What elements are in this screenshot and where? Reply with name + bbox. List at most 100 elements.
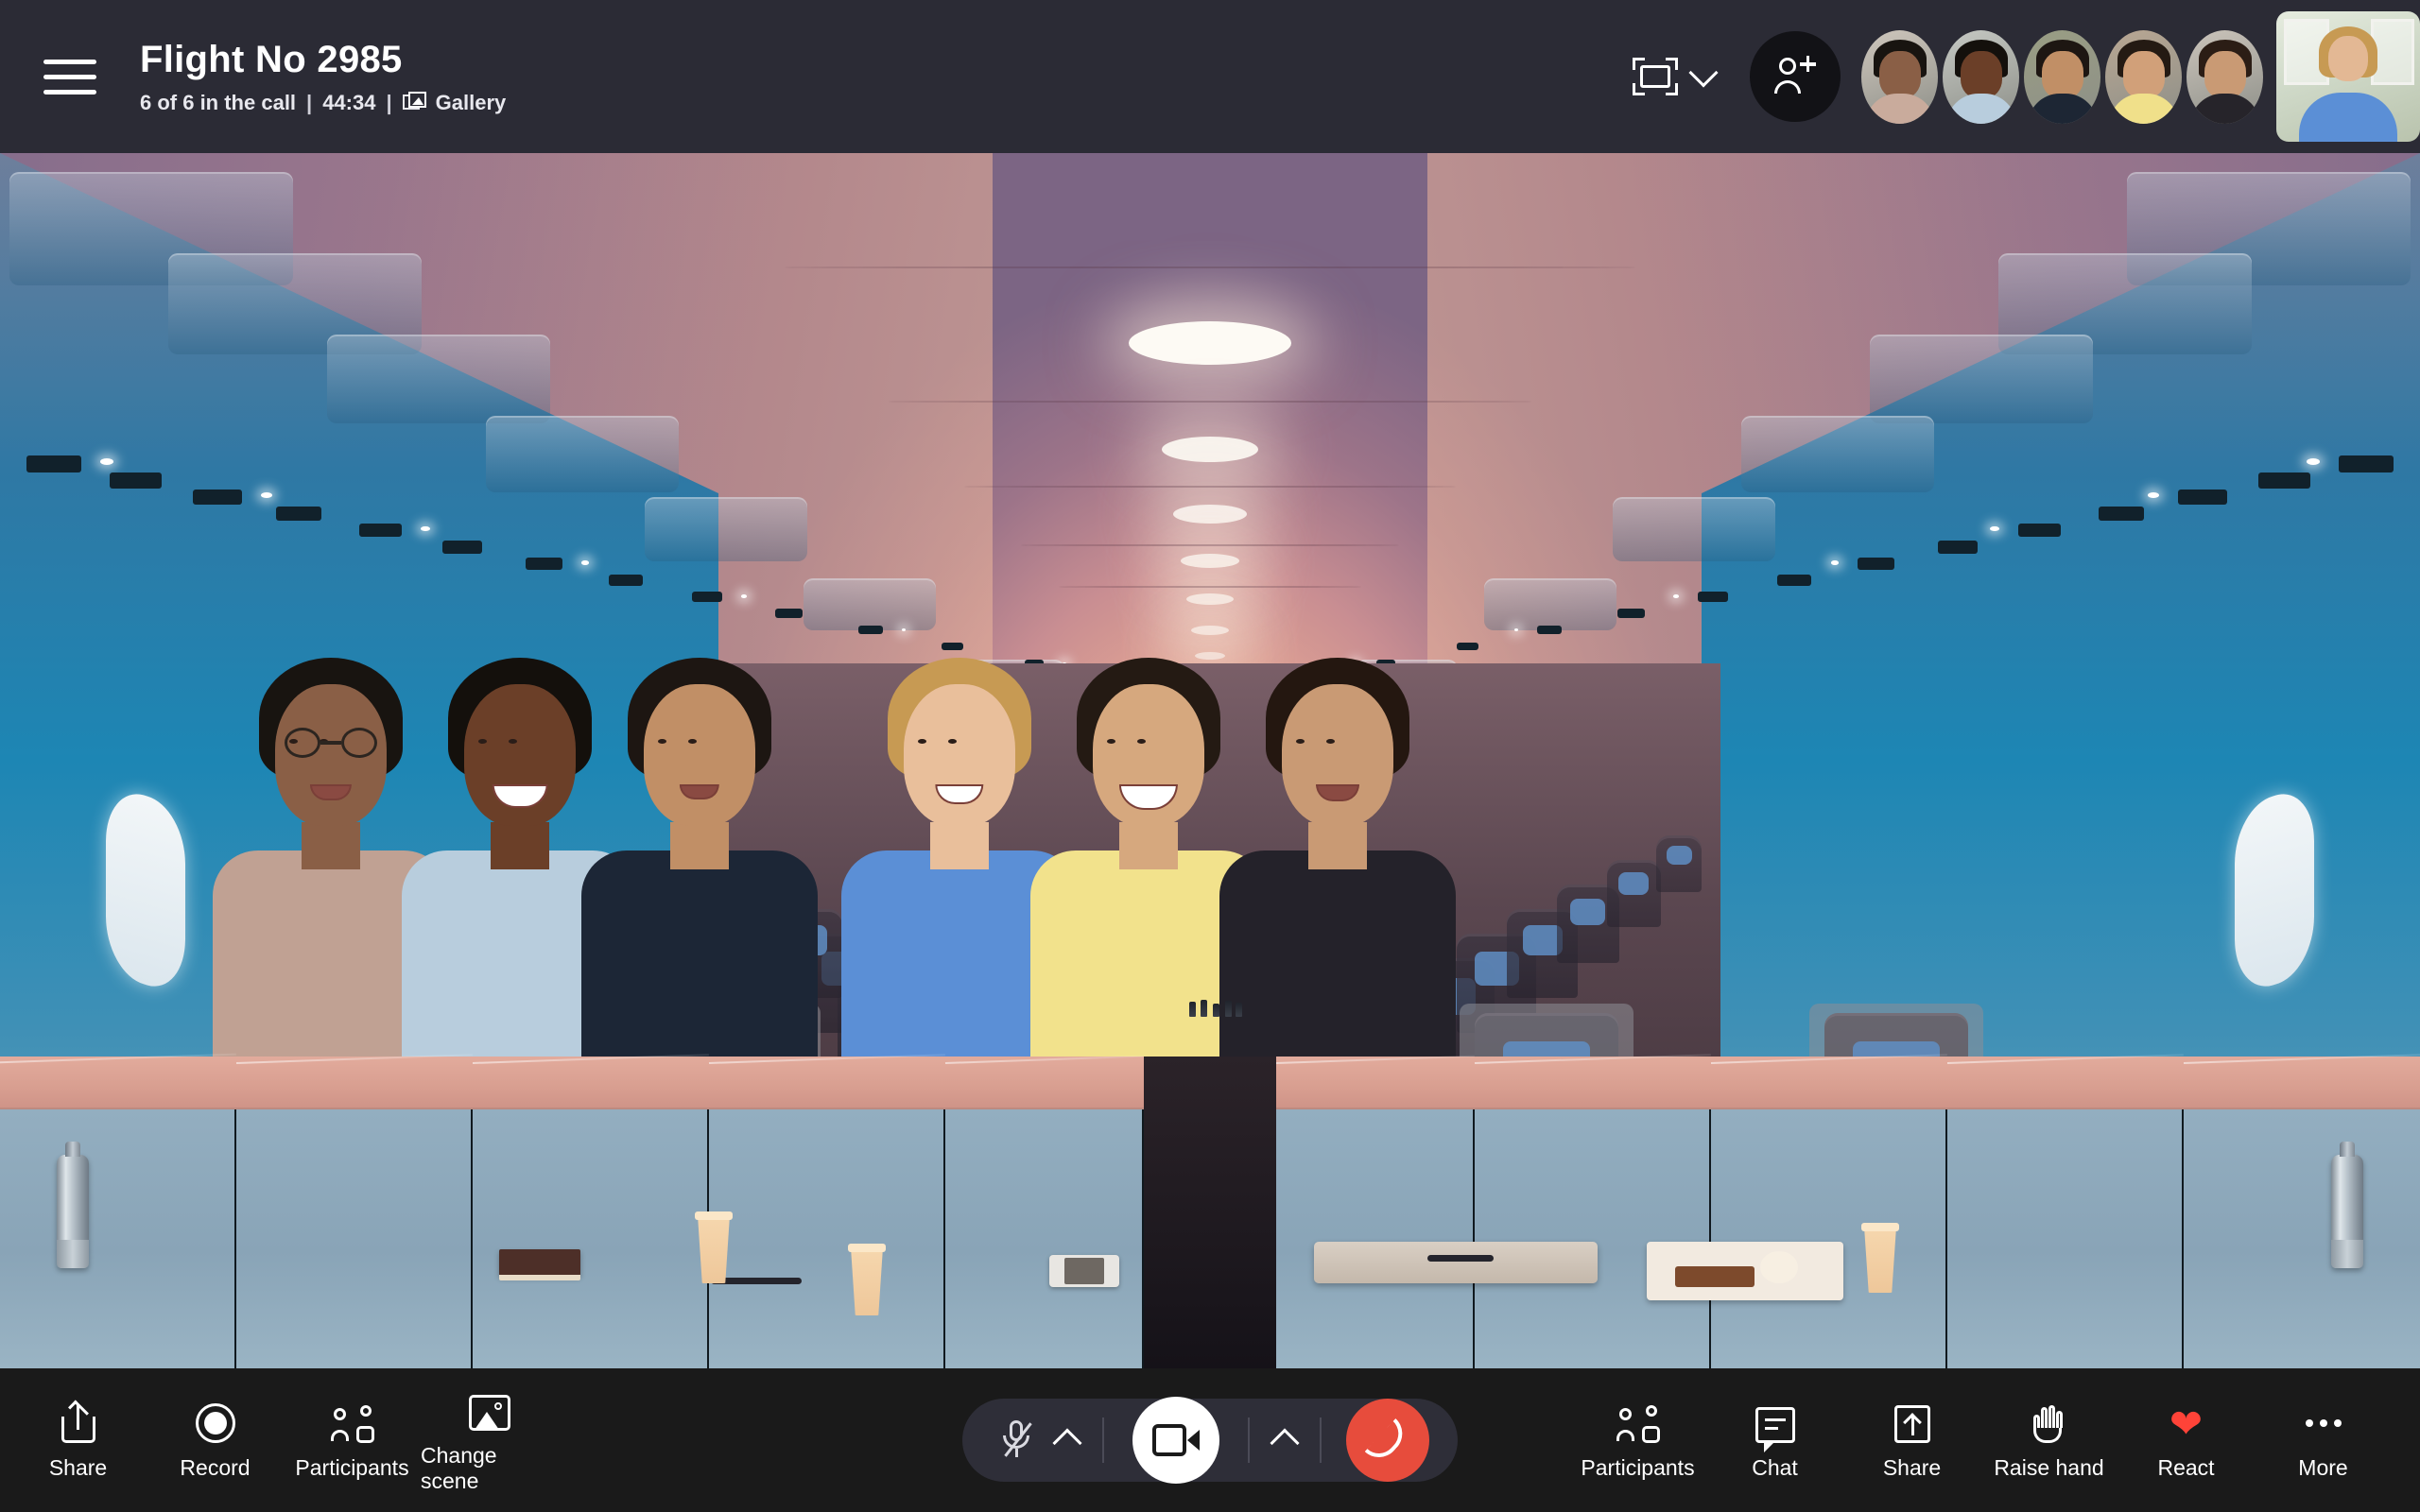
coffee-cup-1 [698, 1215, 730, 1283]
pen-prop-2 [1427, 1255, 1494, 1262]
raise-hand-button-label: Raise hand [1994, 1455, 2104, 1480]
video-stage: EXIT [0, 153, 2420, 1368]
people-icon-wrapper [1616, 1400, 1660, 1443]
desk-panel-9 [1947, 1109, 2184, 1368]
participant-eye-left [478, 739, 487, 744]
add-person-button[interactable] [1750, 31, 1841, 122]
camera-options-button[interactable] [1270, 1427, 1300, 1458]
end-call-button[interactable] [1346, 1399, 1429, 1482]
hand-icon-wrapper [2031, 1400, 2067, 1443]
share-button-right-label: Share [1882, 1455, 1942, 1480]
overhead-bin-left-4 [486, 416, 679, 492]
hamburger-menu-icon[interactable] [43, 55, 96, 98]
participant-avatar-1[interactable] [1861, 29, 1938, 124]
toolbar-center-group [962, 1368, 1458, 1512]
share-button[interactable]: Share [9, 1400, 147, 1481]
participant-eye-right [509, 739, 517, 744]
subtitle-separator-2: | [386, 90, 392, 114]
bin-slot-left-2 [110, 472, 162, 490]
call-control-pill [962, 1397, 1458, 1484]
heart-icon-wrapper: ❤ [2169, 1400, 2204, 1446]
participant-avatar-5[interactable] [2187, 29, 2263, 124]
chevron-up-icon [1052, 1428, 1082, 1458]
desk-panel-6 [1276, 1109, 1475, 1368]
ceiling-light-2 [1162, 437, 1258, 462]
desk-top-1 [0, 1057, 236, 1109]
image-icon [468, 1394, 510, 1431]
bin-slot-left-3 [193, 490, 242, 506]
participants-button-label: Participants [295, 1455, 409, 1480]
chevron-down-icon [1688, 57, 1719, 88]
participant-face [644, 684, 755, 826]
raise-hand-button[interactable]: Raise hand [1980, 1400, 2118, 1481]
self-view-tile[interactable] [2276, 11, 2420, 142]
add-person-icon [1774, 56, 1816, 95]
ceiling-light-5 [1186, 593, 1234, 605]
record-button[interactable]: Record [147, 1400, 284, 1481]
desk-panel-2 [236, 1109, 473, 1368]
participant-face [904, 684, 1015, 826]
participant-avatar-3[interactable] [2024, 29, 2100, 124]
participant-neck [670, 822, 729, 869]
subtitle-separator-1: | [306, 90, 313, 114]
participants-button[interactable]: Participants [284, 1400, 421, 1481]
ceiling-light-1 [1129, 321, 1291, 365]
bin-slot-right-5 [2017, 524, 2061, 538]
desk-top-2 [236, 1057, 473, 1109]
overhead-bin-right-3 [1870, 335, 2093, 423]
bin-slot-left-9 [692, 592, 723, 602]
call-subtitle: 6 of 6 in the call | 44:34 | Gallery [140, 91, 506, 115]
water-bottle-left [57, 1142, 89, 1268]
more-button-label: More [2298, 1455, 2348, 1480]
participant-eye-right [1326, 739, 1335, 744]
participant-eye-left [918, 739, 926, 744]
view-mode-label: Gallery [435, 90, 507, 114]
toolbar-right-group: Participants Chat Share Raise hand ❤ React Mor… [1569, 1368, 2392, 1512]
share-button-right[interactable]: Share [1843, 1400, 1980, 1481]
desk-panel-8 [1711, 1109, 1947, 1368]
record-icon-wrapper [195, 1400, 235, 1443]
chat-button[interactable]: Chat [1706, 1400, 1843, 1481]
desk-panel-4 [709, 1109, 945, 1368]
desk-panel-7 [1475, 1109, 1711, 1368]
camera-toggle-button[interactable] [1132, 1397, 1219, 1484]
bin-spotlight-right-11 [1514, 628, 1518, 631]
heart-icon: ❤ [2169, 1401, 2204, 1446]
image-icon-wrapper [468, 1387, 510, 1431]
desk-top-10 [2184, 1057, 2420, 1109]
people-icon [330, 1405, 374, 1443]
pill-divider-3 [1320, 1418, 1322, 1463]
selfview-face [2328, 36, 2368, 81]
bin-slot-left-5 [359, 524, 403, 538]
avatar-face [1878, 50, 1921, 98]
bin-spotlight-left-7 [580, 560, 589, 565]
overhead-bin-left-5 [645, 497, 807, 561]
participant-eye-right [1137, 739, 1146, 744]
more-button[interactable]: More [2255, 1400, 2392, 1481]
participants-button-right[interactable]: Participants [1569, 1400, 1706, 1481]
bin-spotlight-right-1 [2307, 458, 2320, 465]
bin-slot-right-6 [1938, 541, 1978, 554]
chat-icon [1754, 1407, 1795, 1452]
change-scene-button[interactable]: Change scene [421, 1387, 558, 1494]
desk-panel-5 [945, 1109, 1144, 1368]
participant-avatar-4[interactable] [2105, 29, 2182, 124]
mute-toggle-button[interactable] [1000, 1418, 1032, 1462]
react-button-label: React [2157, 1455, 2215, 1480]
bin-slot-left-8 [609, 575, 643, 586]
participant-count-text: 6 of 6 in the call [140, 90, 297, 114]
layout-selector-button[interactable] [1633, 57, 1719, 95]
overhead-bin-right-5 [1613, 497, 1775, 561]
mic-options-button[interactable] [1052, 1427, 1082, 1458]
galley-bottle-2 [1201, 1000, 1207, 1017]
react-button[interactable]: ❤ React [2118, 1400, 2255, 1481]
chevron-up-icon [1270, 1428, 1300, 1458]
participant-avatar-2[interactable] [1943, 29, 2019, 124]
people-icon [1616, 1405, 1660, 1443]
change-scene-button-label: Change scene [421, 1442, 497, 1493]
glasses-lens-right [341, 728, 377, 758]
tray-food-1 [1675, 1266, 1754, 1287]
chat-button-label: Chat [1752, 1455, 1798, 1480]
layout-frame-icon [1633, 58, 1678, 95]
headrest-right-9 [1666, 845, 1692, 866]
